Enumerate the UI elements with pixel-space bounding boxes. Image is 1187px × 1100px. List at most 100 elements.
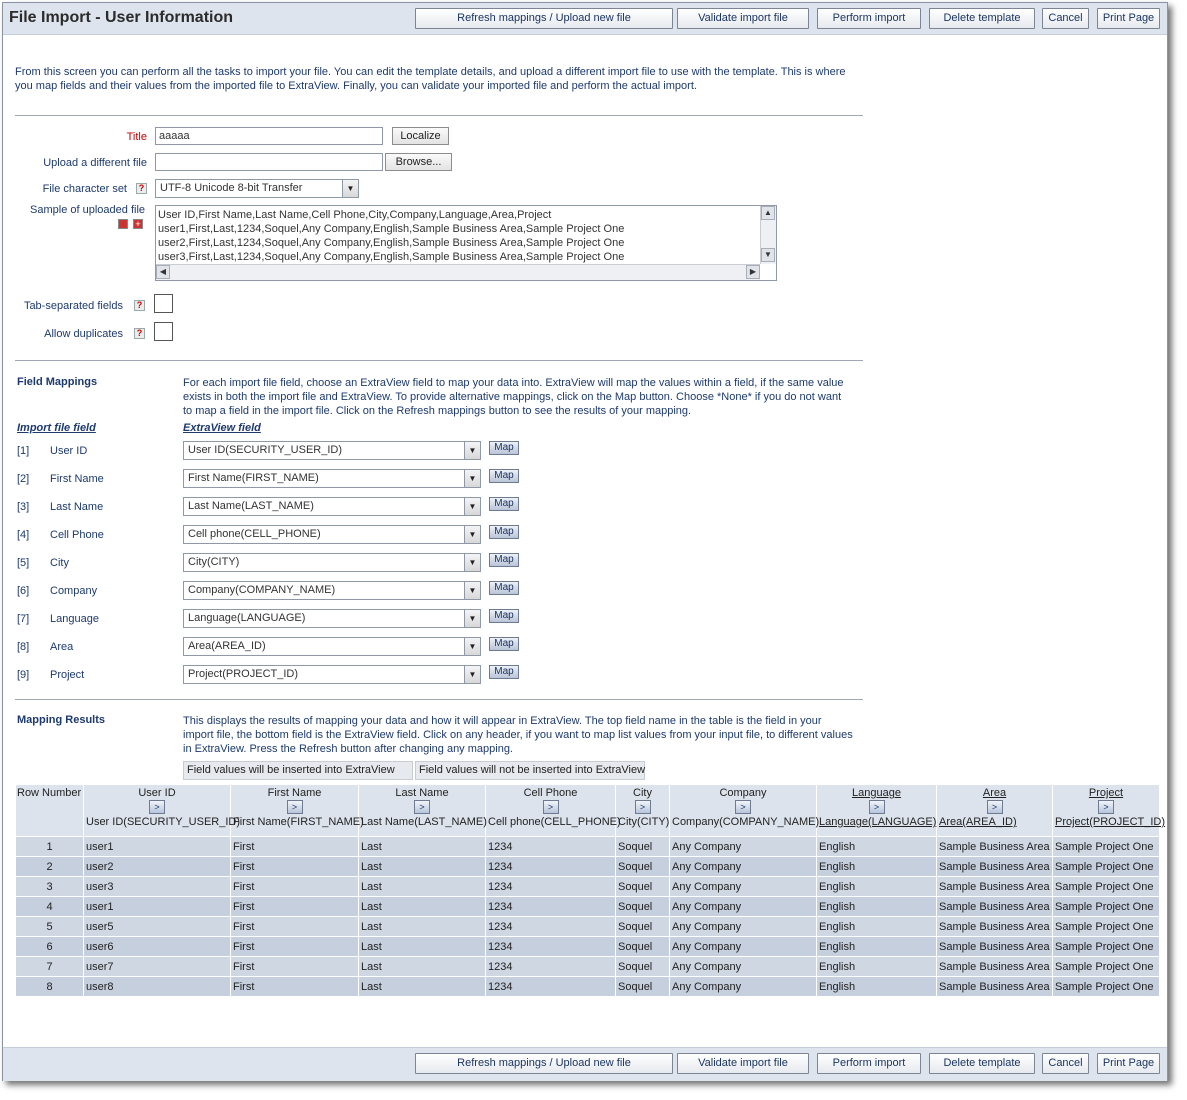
- import-column-name: Language: [852, 787, 901, 799]
- chevron-down-icon: ▼: [464, 442, 480, 459]
- map-values-arrow-icon[interactable]: >: [286, 800, 303, 814]
- extraview-column-name: City(CITY): [618, 816, 670, 828]
- cancel-button[interactable]: Cancel: [1042, 8, 1089, 29]
- refresh-mappings-button[interactable]: Refresh mappings / Upload new file: [415, 8, 673, 29]
- field-mappings-description: For each import file field, choose an Ex…: [183, 377, 844, 417]
- upload-file-input[interactable]: [155, 153, 383, 171]
- sample-line: user2,First,Last,1234,Soquel,Any Company…: [158, 237, 625, 249]
- extraview-field-select[interactable]: First Name(FIRST_NAME) ▼: [183, 469, 481, 488]
- validate-import-button[interactable]: Validate import file: [677, 1053, 809, 1074]
- map-values-arrow-icon[interactable]: >: [735, 800, 751, 814]
- map-button[interactable]: Map: [489, 637, 519, 651]
- mapping-row-number: [1]: [17, 445, 30, 457]
- results-column-header[interactable]: Project > Project(PROJECT_ID): [1052, 784, 1165, 837]
- map-button[interactable]: Map: [489, 497, 519, 511]
- delete-template-button[interactable]: Delete template: [929, 8, 1035, 29]
- table-cell: Any Company: [669, 916, 817, 937]
- sample-lines: User ID,First Name,Last Name,Cell Phone,…: [158, 208, 758, 264]
- extraview-field-select[interactable]: Company(COMPANY_NAME) ▼: [183, 581, 481, 600]
- map-button[interactable]: Map: [489, 581, 519, 595]
- results-column-header[interactable]: User ID > User ID(SECURITY_USER_ID): [83, 784, 240, 837]
- help-icon[interactable]: ?: [134, 328, 145, 339]
- import-column-name: Company: [719, 787, 767, 799]
- table-cell: English: [816, 956, 937, 977]
- extraview-field-value: Last Name(LAST_NAME): [188, 500, 314, 512]
- extraview-column-name: Cell phone(CELL_PHONE): [488, 816, 621, 828]
- extraview-field-select[interactable]: City(CITY) ▼: [183, 553, 481, 572]
- extraview-field-select[interactable]: Project(PROJECT_ID) ▼: [183, 665, 481, 684]
- results-column-header[interactable]: Cell Phone > Cell phone(CELL_PHONE): [485, 784, 621, 837]
- map-button[interactable]: Map: [489, 609, 519, 623]
- help-icon[interactable]: ?: [136, 183, 147, 194]
- refresh-mappings-button[interactable]: Refresh mappings / Upload new file: [415, 1053, 673, 1074]
- results-column-header[interactable]: Last Name > Last Name(LAST_NAME): [358, 784, 487, 837]
- extraview-field-select[interactable]: Cell phone(CELL_PHONE) ▼: [183, 525, 481, 544]
- table-cell: Any Company: [669, 836, 817, 857]
- map-button[interactable]: Map: [489, 525, 519, 539]
- import-column-name: User ID: [138, 787, 176, 799]
- results-column-header[interactable]: Area > Area(AREA_ID): [936, 784, 1053, 837]
- results-column-header[interactable]: First Name > First Name(FIRST_NAME): [230, 784, 364, 837]
- title-input[interactable]: aaaaa: [155, 127, 383, 145]
- print-page-button[interactable]: Print Page: [1097, 8, 1160, 29]
- table-cell: user3: [83, 876, 231, 897]
- table-cell: Soquel: [615, 916, 670, 937]
- expand-icon[interactable]: +: [133, 219, 143, 229]
- map-button[interactable]: Map: [489, 469, 519, 483]
- sample-textarea[interactable]: User ID,First Name,Last Name,Cell Phone,…: [155, 205, 777, 281]
- charset-select[interactable]: UTF-8 Unicode 8-bit Transfer ▼: [155, 179, 359, 198]
- vertical-scrollbar[interactable]: ▲ ▼: [760, 206, 776, 264]
- results-column-header[interactable]: Language > Language(LANGUAGE): [816, 784, 937, 837]
- allow-duplicates-checkbox[interactable]: [154, 322, 173, 341]
- scroll-down-icon[interactable]: ▼: [761, 248, 775, 262]
- extraview-field-select[interactable]: Last Name(LAST_NAME) ▼: [183, 497, 481, 516]
- perform-import-button[interactable]: Perform import: [817, 1053, 921, 1074]
- map-values-arrow-icon[interactable]: >: [868, 800, 885, 814]
- collapse-icon[interactable]: [118, 219, 128, 229]
- browse-button[interactable]: Browse...: [385, 153, 452, 171]
- map-values-arrow-icon[interactable]: >: [542, 800, 559, 814]
- extraview-column-name: Last Name(LAST_NAME): [361, 816, 487, 828]
- map-values-arrow-icon[interactable]: >: [149, 800, 165, 814]
- table-cell: 1234: [485, 976, 616, 997]
- title-label: Title: [126, 131, 147, 143]
- map-button[interactable]: Map: [489, 553, 519, 567]
- map-button[interactable]: Map: [489, 665, 519, 679]
- row-number-cell: 4: [15, 896, 84, 917]
- scroll-up-icon[interactable]: ▲: [761, 206, 775, 220]
- extraview-column-name: Area(AREA_ID): [939, 816, 1017, 828]
- localize-button[interactable]: Localize: [392, 127, 449, 145]
- map-values-arrow-icon[interactable]: >: [1098, 800, 1114, 814]
- results-column-header[interactable]: City > City(CITY): [615, 784, 670, 837]
- help-icon[interactable]: ?: [134, 300, 145, 311]
- map-values-arrow-icon[interactable]: >: [986, 800, 1003, 814]
- perform-import-button[interactable]: Perform import: [817, 8, 921, 29]
- table-cell: Any Company: [669, 976, 817, 997]
- cancel-button[interactable]: Cancel: [1042, 1053, 1089, 1074]
- table-cell: Soquel: [615, 836, 670, 857]
- validate-import-button[interactable]: Validate import file: [677, 8, 809, 29]
- scroll-right-icon[interactable]: ▶: [746, 265, 760, 279]
- map-values-arrow-icon[interactable]: >: [414, 800, 430, 814]
- table-cell: English: [816, 916, 937, 937]
- sample-line: User ID,First Name,Last Name,Cell Phone,…: [158, 209, 552, 221]
- table-cell: user5: [83, 916, 231, 937]
- delete-template-button[interactable]: Delete template: [929, 1053, 1035, 1074]
- table-cell: Any Company: [669, 896, 817, 917]
- import-field-name: First Name: [50, 473, 104, 485]
- results-column-header[interactable]: Company > Company(COMPANY_NAME): [669, 784, 819, 837]
- print-page-button[interactable]: Print Page: [1097, 1053, 1160, 1074]
- map-button[interactable]: Map: [489, 441, 519, 455]
- extraview-field-select[interactable]: User ID(SECURITY_USER_ID) ▼: [183, 441, 481, 460]
- tab-separated-checkbox[interactable]: [154, 294, 173, 313]
- extraview-field-select[interactable]: Area(AREA_ID) ▼: [183, 637, 481, 656]
- map-values-arrow-icon[interactable]: >: [634, 800, 651, 814]
- upload-label: Upload a different file: [43, 157, 147, 169]
- horizontal-scrollbar[interactable]: ◀ ▶: [156, 264, 760, 280]
- sample-label: Sample of uploaded file: [30, 204, 145, 216]
- scroll-left-icon[interactable]: ◀: [156, 265, 170, 279]
- import-column-name: Area: [982, 787, 1007, 799]
- table-cell: Sample Business Area: [936, 896, 1053, 917]
- extraview-field-select[interactable]: Language(LANGUAGE) ▼: [183, 609, 481, 628]
- import-field-name: Company: [50, 585, 98, 597]
